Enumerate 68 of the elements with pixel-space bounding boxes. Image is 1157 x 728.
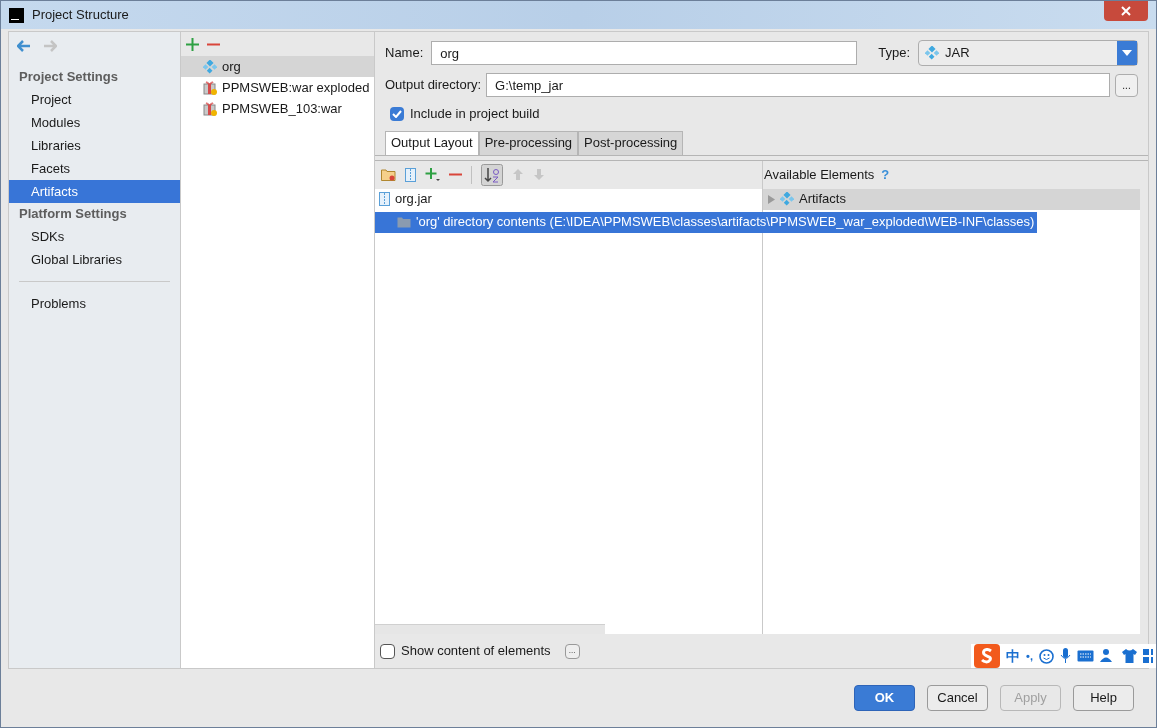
dropdown-caret-icon (1117, 41, 1137, 65)
layout-tree-item[interactable]: org.jar (375, 188, 763, 210)
tab[interactable]: Pre-processing (478, 130, 579, 155)
keyboard-icon[interactable] (1077, 650, 1094, 662)
sidebar-item[interactable]: Modules (9, 111, 180, 134)
tab[interactable]: Post-processing (578, 130, 684, 155)
add-icon[interactable] (186, 37, 199, 51)
artifact-item[interactable]: org (181, 56, 374, 77)
archive-icon (405, 167, 416, 182)
section-heading: Platform Settings (18, 205, 128, 224)
output-directory-field[interactable]: G:\temp_jar (486, 73, 1110, 97)
artifact-label: PPMSWEB_103:war (222, 99, 342, 118)
tab[interactable]: Output Layout (385, 130, 479, 155)
sidebar-item[interactable]: Libraries (9, 134, 180, 157)
available-tree-item[interactable]: Artifacts (763, 188, 1140, 210)
sidebar-item[interactable]: Problems (9, 292, 180, 315)
app-logo-icon (9, 7, 24, 23)
close-button[interactable] (1104, 1, 1148, 21)
name-label: Name: (385, 44, 424, 63)
gift-icon (203, 101, 217, 116)
output-directory-label: Output directory: (385, 76, 482, 95)
sidebar-item[interactable]: Project (9, 88, 180, 111)
diamond-icon (780, 192, 794, 206)
type-dropdown[interactable]: JAR (918, 40, 1138, 66)
available-elements-title: Available Elements (764, 165, 875, 184)
archive-icon (379, 192, 390, 206)
microphone-icon[interactable] (1060, 648, 1071, 664)
include-build-label: Include in project build (410, 105, 540, 123)
ime-language-text[interactable]: 中 (1006, 645, 1021, 667)
diamond-icon (203, 59, 217, 74)
layout-tree-item[interactable]: 'org' directory contents (E:\IDEA\PPMSWEB\classes\artifacts\PPMSWEB_war_exploded\WEB-INF\classes) (375, 211, 1038, 233)
ime-punctuation-text[interactable]: •, (1026, 647, 1033, 665)
grid-icon[interactable] (1143, 649, 1153, 663)
folder-icon (397, 216, 411, 228)
expand-arrow-icon[interactable] (767, 194, 775, 204)
layout-tree-label: 'org' directory contents (E:\IDEA\PPMSWEB\classes\artifacts\PPMSWEB_war_exploded\WEB-INF\classes) (416, 213, 1035, 232)
artifact-item[interactable]: PPMSWEB:war exploded (181, 77, 374, 98)
more-button[interactable]: ... (564, 643, 580, 659)
artifact-label: PPMSWEB:war exploded (222, 78, 370, 97)
close-icon (1121, 6, 1131, 16)
section-heading: Project Settings (18, 68, 119, 87)
sidebar-item[interactable]: Global Libraries (9, 248, 180, 271)
add-dropdown-icon[interactable] (425, 167, 440, 182)
artifact-item[interactable]: PPMSWEB_103:war (181, 98, 374, 119)
show-content-checkbox[interactable] (380, 643, 395, 659)
type-label: Type: (878, 44, 911, 63)
browse-button[interactable]: ... (1115, 73, 1138, 97)
sort-icon[interactable] (481, 163, 503, 186)
shirt-icon[interactable] (1122, 649, 1137, 663)
dialog-button[interactable]: Help (1073, 685, 1134, 711)
include-build-checkbox[interactable] (390, 106, 404, 121)
diamond-icon (925, 46, 940, 60)
dialog-button[interactable]: Cancel (927, 685, 988, 711)
folder-icon[interactable] (381, 168, 396, 181)
smiley-icon[interactable] (1039, 648, 1054, 664)
gift-icon (203, 80, 217, 95)
artifact-label: org (222, 57, 241, 76)
horizontal-scrollbar[interactable] (375, 624, 605, 634)
layout-tree-label: org.jar (395, 190, 432, 209)
dialog-button[interactable]: OK (854, 685, 915, 711)
back-arrow-icon[interactable] (17, 40, 31, 52)
available-tree-label: Artifacts (799, 190, 846, 209)
sidebar-item[interactable]: Artifacts (9, 180, 180, 203)
sidebar-item[interactable]: SDKs (9, 225, 180, 248)
sidebar-item[interactable]: Facets (9, 157, 180, 180)
name-field[interactable]: org (431, 41, 858, 65)
window-title: Project Structure (32, 6, 129, 25)
show-content-label: Show content of elements (401, 642, 551, 661)
